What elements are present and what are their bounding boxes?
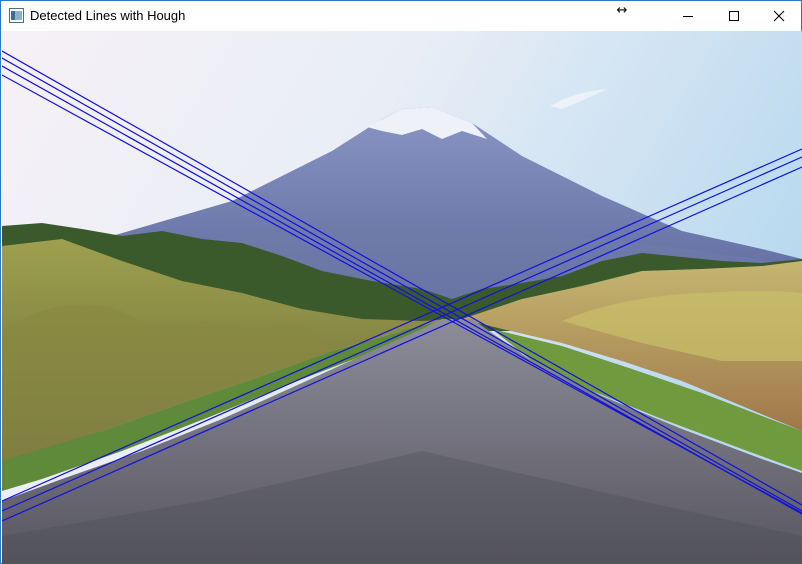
image-viewport — [2, 31, 802, 564]
close-button[interactable] — [756, 1, 802, 31]
maximize-icon — [729, 11, 739, 21]
resize-cursor-icon: ↔ — [616, 3, 628, 18]
close-icon — [773, 10, 785, 22]
window-title: Detected Lines with Hough — [30, 8, 186, 23]
app-window: Detected Lines with Hough ↔ — [0, 0, 802, 564]
minimize-button[interactable] — [665, 1, 711, 31]
title-bar[interactable]: Detected Lines with Hough ↔ — [1, 1, 801, 31]
maximize-button[interactable] — [711, 1, 757, 31]
app-window-icon — [9, 8, 24, 23]
minimize-icon — [683, 16, 693, 17]
hough-lines-image — [2, 31, 802, 564]
